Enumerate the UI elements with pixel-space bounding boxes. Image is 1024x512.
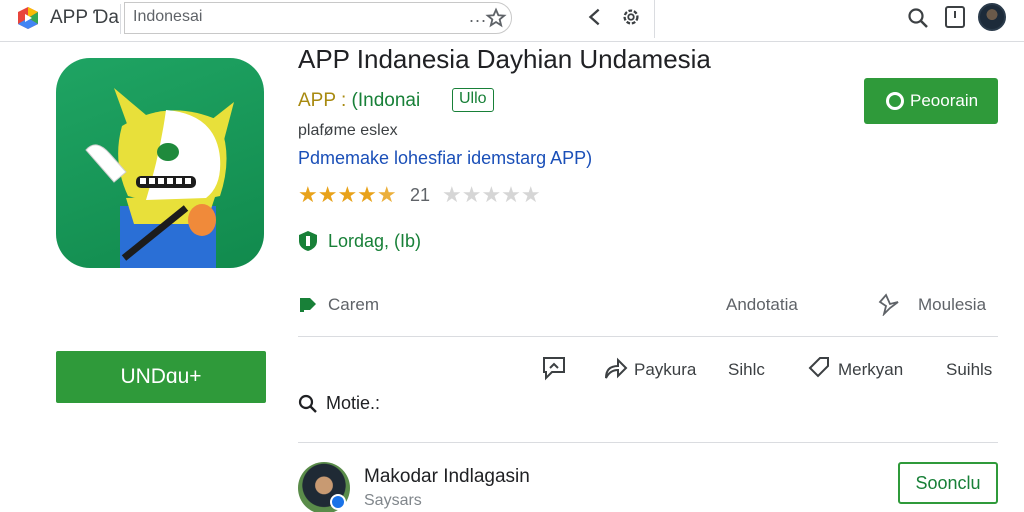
app-icon xyxy=(56,58,264,268)
bookmark-star-icon[interactable] xyxy=(485,7,507,29)
follow-button[interactable]: Soonclu xyxy=(898,462,998,504)
search-icon[interactable] xyxy=(906,6,930,30)
rate-stars-input[interactable]: ★★★★★ xyxy=(442,182,541,208)
annotation-link[interactable]: Andotatia xyxy=(726,295,798,315)
developer-line: APP : (Indonai xyxy=(298,90,420,112)
search-icon xyxy=(298,394,317,413)
primary-action-button[interactable]: UNDɑu+ xyxy=(56,351,266,403)
app-title: APP Ɗa xyxy=(50,7,119,28)
rating-count: 21 xyxy=(410,185,431,205)
verified-badge-icon xyxy=(330,494,346,510)
app-category: plaføme eslex xyxy=(298,122,398,139)
flag-icon[interactable] xyxy=(298,296,318,312)
reviewer-name[interactable]: Makodar Indlagasin xyxy=(364,466,530,488)
settings-gear-icon[interactable] xyxy=(620,6,642,28)
app-name: APP Indanesia Dayhian Undamesia xyxy=(298,44,711,74)
share-arrow-icon[interactable] xyxy=(602,354,628,382)
more-label: Motie.: xyxy=(326,393,381,413)
circle-icon xyxy=(886,92,904,110)
top-bar: APP Ɗa ... xyxy=(0,0,1024,42)
developer-separator: : xyxy=(340,90,347,111)
search-input[interactable] xyxy=(133,8,453,26)
pay-link[interactable]: Paykura xyxy=(634,360,696,380)
tag-icon[interactable] xyxy=(806,354,832,382)
developer-name[interactable]: (Indonai xyxy=(352,90,421,111)
search-box[interactable]: ... xyxy=(124,2,512,34)
action-row-primary: Carem Andotatia Moulesia xyxy=(298,290,998,320)
status-badge: Ullo xyxy=(452,88,494,112)
install-button[interactable]: Peoorain xyxy=(864,78,998,124)
bookmark-icon[interactable] xyxy=(944,5,966,29)
merk-link[interactable]: Merkyan xyxy=(838,360,903,380)
divider xyxy=(298,336,998,337)
reviewer-subtitle: Saysars xyxy=(364,492,422,509)
install-label: Peoorain xyxy=(910,91,979,110)
divider xyxy=(120,4,121,34)
rating-stars: ★★★★★ xyxy=(298,182,397,207)
user-avatar[interactable] xyxy=(978,3,1006,31)
loading-status: Lordag, (Ib) xyxy=(328,231,422,251)
back-arrow-icon[interactable] xyxy=(584,6,606,28)
share-link[interactable]: Moulesia xyxy=(918,295,986,315)
app-tagline[interactable]: Pdmemake lohesfiar idemstarg APP) xyxy=(298,148,592,169)
sihlc-link[interactable]: Sihlc xyxy=(728,360,765,380)
suihls-link[interactable]: Suihls xyxy=(946,360,992,380)
action-row-secondary: Paykura Sihlc Merkyan Suihls xyxy=(540,352,1000,386)
divider xyxy=(654,0,655,38)
divider xyxy=(298,442,998,443)
developer-label[interactable]: APP xyxy=(298,90,336,111)
person-add-icon[interactable] xyxy=(876,292,902,316)
caremi-link[interactable]: Carem xyxy=(328,295,379,315)
chat-icon[interactable] xyxy=(540,354,568,382)
app-mascot-icon xyxy=(85,88,234,268)
shield-icon xyxy=(299,231,317,251)
app-logo-icon[interactable] xyxy=(16,6,40,30)
